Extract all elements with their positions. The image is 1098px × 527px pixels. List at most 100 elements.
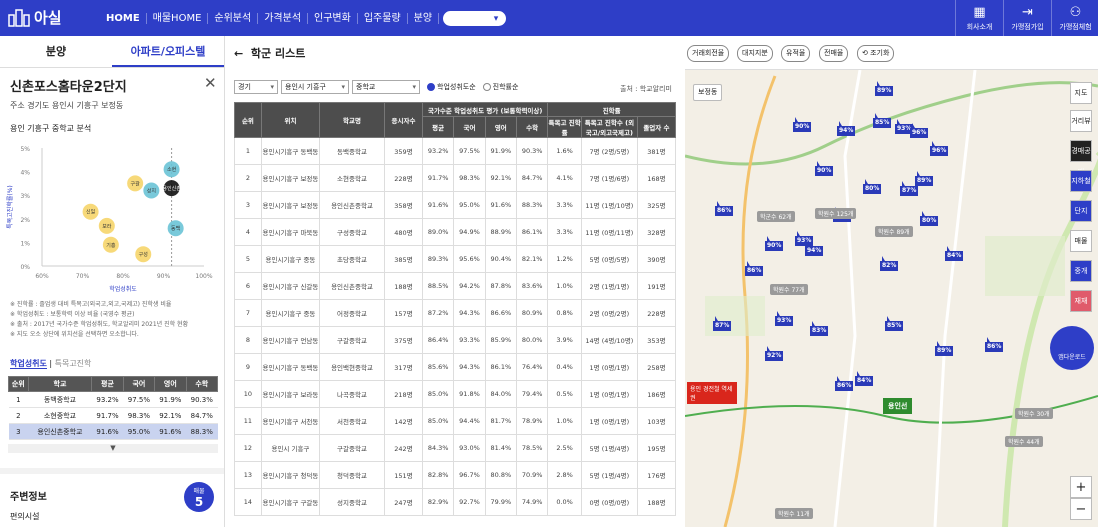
table-row[interactable]: 7 용인시기흥구 중동 어정중학교 157명 87.2% 94.3% 86.6% 80.9% 0… [234,299,677,327]
academy-label[interactable]: 학원수 44개 [1005,436,1043,447]
school-marker[interactable]: 89% [935,341,954,356]
school-marker[interactable]: 90% [815,161,834,176]
map-btn-resale[interactable]: 전매율 [819,45,849,62]
academy-label[interactable]: 학원수 125개 [815,208,857,219]
nav-supply[interactable]: 입주물량 [358,12,408,24]
academy-label[interactable]: 학원수 30개 [1015,408,1053,419]
zoom-in-button[interactable]: + [1070,476,1092,498]
trial-button[interactable]: ⚇ 가맹점체험 [1051,0,1098,36]
table-cell: 188명 [383,272,424,300]
back-arrow-icon[interactable]: ← [234,47,243,60]
table-row[interactable]: 12 용인시 기흥구 구갈중학교 242명 84.3% 93.0% 81.4% 78.5% 2.… [234,434,677,462]
table-cell: 86.6% [484,299,517,327]
map-mode-button[interactable]: 지도 [1070,82,1092,104]
radio-advance[interactable]: 진학률순 [482,82,518,92]
mini-th: 수학 [185,376,219,392]
school-marker[interactable]: 86% [985,337,1004,352]
table-row[interactable]: 8 용인시기흥구 언남동 구갈중학교 375명 86.4% 93.3% 85.9% 80.0%… [234,326,677,354]
nav-sale-home[interactable]: 매물HOME [147,12,209,24]
special-label[interactable]: 용인 경전철 역세권 [687,382,737,404]
school-marker[interactable]: 82% [880,256,899,271]
tab-presale[interactable]: 분양 [0,36,112,67]
school-marker[interactable]: 83% [810,321,829,336]
table-row[interactable]: 9 용인시기흥구 동백동 용인백현중학교 317명 85.6% 94.3% 86.1% 76.… [234,353,677,381]
company-button[interactable]: ▦ 회사소개 [955,0,1003,36]
table-row[interactable]: 11 용인시기흥구 서천동 서천중학교 142명 85.0% 94.4% 81.7% 78.9… [234,407,677,435]
school-marker[interactable]: 89% [875,81,894,96]
more-button[interactable]: 더보기 ▾ [443,10,507,26]
table-row[interactable]: 13 용인시기흥구 청덕동 청덕중학교 151명 82.8% 96.7% 80.8% 70.9… [234,461,677,489]
school-marker[interactable]: 86% [715,201,734,216]
expand-chevron-icon[interactable]: ▼ [8,444,218,453]
table-row[interactable]: 1 용인시기흥구 동백동 동백중학교 359명 93.2% 97.5% 91.9% 90.3%… [234,137,677,165]
join-button[interactable]: ⇥ 가맹점가입 [1003,0,1051,36]
school-marker[interactable]: 84% [945,246,964,261]
school-marker[interactable]: 90% [793,117,812,132]
complex-button[interactable]: 단지 [1070,200,1092,222]
school-type-select[interactable]: 중학교 [352,80,420,94]
table-row[interactable]: 10 용인시기흥구 보라동 나곡중학교 218명 85.0% 91.8% 84.0% 79.4… [234,380,677,408]
mini-table-row[interactable]: 2 소현중학교 91.7% 98.3% 92.1% 84.7% [8,407,218,424]
subtab-special[interactable]: 특목고진학 [55,359,92,368]
nav-rank[interactable]: 순위분석 [208,12,259,24]
school-marker[interactable]: 86% [745,261,764,276]
school-marker[interactable]: 86% [835,376,854,391]
table-row[interactable]: 3 용인시기흥구 보정동 용인신촌중학교 358명 91.6% 95.0% 91.6% 88.… [234,191,677,219]
close-icon[interactable]: ✕ [204,74,217,92]
nav-price[interactable]: 가격분석 [258,12,309,24]
academy-label[interactable]: 학원수 77개 [770,284,808,295]
district-select[interactable]: 용인시 기흥구 [281,80,349,94]
sale-badge[interactable]: 매물 5 [184,482,214,512]
school-marker[interactable]: 85% [885,316,904,331]
school-marker[interactable]: 84% [855,371,874,386]
nav-home[interactable]: HOME [100,12,147,24]
school-marker[interactable]: 93% [775,311,794,326]
region-select[interactable]: 경기 [234,80,278,94]
map-btn-reset[interactable]: ⟲ 조기화 [857,45,895,62]
school-marker[interactable]: 94% [805,241,824,256]
school-marker[interactable]: 96% [910,123,929,138]
table-row[interactable]: 2 용인시기흥구 보정동 소현중학교 228명 91.7% 98.3% 92.1% 84.7%… [234,164,677,192]
school-marker[interactable]: 92% [765,346,784,361]
redevelop-button[interactable]: 재재 [1070,290,1092,312]
station-marker[interactable]: 용인선 [883,398,913,414]
table-row[interactable]: 5 용인시기흥구 중동 초당중학교 385명 89.3% 95.6% 90.4% 82.1% 1… [234,245,677,273]
school-marker[interactable]: 94% [837,121,856,136]
brand-logo[interactable]: 아실 [8,7,62,28]
street-view-button[interactable]: 거리뷰 [1070,110,1092,132]
school-marker[interactable]: 85% [873,113,892,128]
subway-button[interactable]: 지하철 [1070,170,1092,192]
map-btn-land[interactable]: 대지지분 [737,45,773,62]
tab-apartment[interactable]: 아파트/오피스텔 [112,36,224,67]
school-marker[interactable]: 80% [920,211,939,226]
map-btn-flow[interactable]: 유적율 [781,45,811,62]
mini-table-row[interactable]: 1 동백중학교 93.2% 97.5% 91.9% 90.3% [8,391,218,408]
table-row[interactable]: 4 용인시기흥구 마북동 구성중학교 480명 89.0% 94.9% 88.9% 86.1%… [234,218,677,246]
app-download-button[interactable]: 앱다운로드 [1050,326,1094,370]
table-row[interactable]: 14 용인시기흥구 구갈동 성지중학교 247명 82.9% 92.7% 79.9% 74.9… [234,488,677,516]
school-marker[interactable]: 87% [713,316,732,331]
academy-label[interactable]: 학원수 11개 [775,508,813,519]
broker-button[interactable]: 중개 [1070,260,1092,282]
school-marker[interactable]: 87% [900,181,919,196]
radio-achievement[interactable]: 학업성취도순 [427,82,476,92]
school-marker[interactable]: 90% [765,236,784,251]
dong-tab[interactable]: 보정동 [693,84,723,101]
school-marker[interactable]: 89% [915,171,934,186]
table-row[interactable]: 6 용인시기흥구 신갈동 용인신촌중학교 188명 88.5% 94.2% 87.8% 83.… [234,272,677,300]
school-marker[interactable]: 93% [795,231,814,246]
map-panel[interactable]: 거래회전율 대지지분 유적율 전매율 ⟲ 조기화 보정동 89% 90% 85% 93… [685,36,1098,527]
table-cell: 353명 [636,326,677,354]
zoom-out-button[interactable]: − [1070,498,1092,520]
auction-button[interactable]: 경매공매 [1070,140,1092,176]
subtab-achievement[interactable]: 학업성취도 [10,359,47,369]
nav-presale[interactable]: 분양 [408,12,440,24]
school-marker[interactable]: 96% [930,141,949,156]
academy-label[interactable]: 학원수 89개 [875,226,913,237]
map-btn-turnover[interactable]: 거래회전율 [687,45,730,62]
school-marker[interactable]: 80% [863,179,882,194]
nav-population[interactable]: 인구변화 [308,12,358,24]
mini-table-row[interactable]: 3 용인신촌중학교 91.6% 95.0% 91.6% 88.3% [8,423,218,440]
sale-button[interactable]: 매물 [1070,230,1092,252]
academy-label[interactable]: 학군수 62개 [757,211,795,222]
